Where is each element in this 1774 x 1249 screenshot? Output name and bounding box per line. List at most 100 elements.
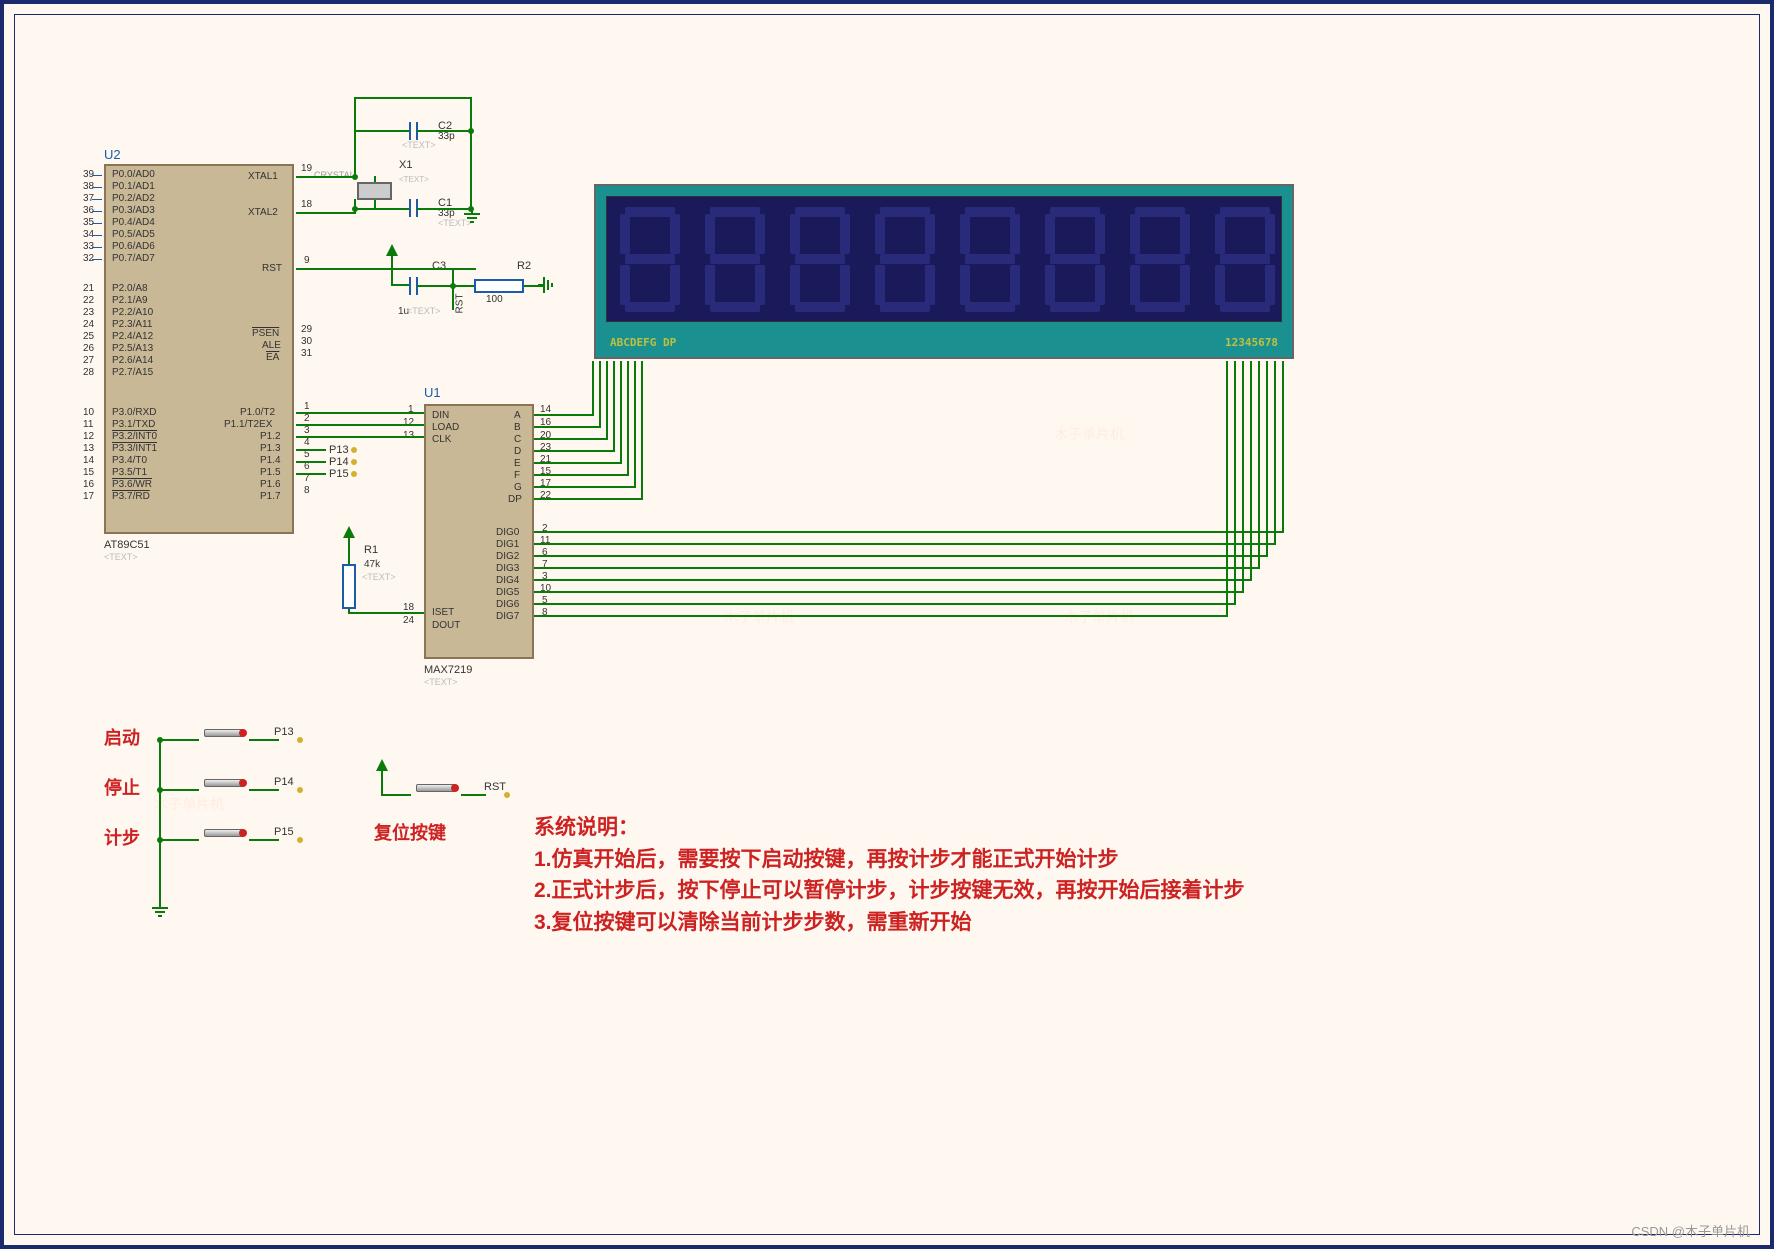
pin-num: 15 — [83, 467, 94, 478]
pin-label: P2.5/A13 — [112, 343, 153, 354]
net-p14-btn: P14 — [274, 776, 294, 788]
net-terminal — [297, 737, 303, 743]
resistor-r1 — [342, 564, 356, 609]
wire — [534, 462, 622, 464]
wire — [534, 531, 1284, 533]
c3-text: <TEXT> — [407, 306, 441, 316]
pin-label: P1.4 — [260, 455, 281, 466]
wire — [417, 285, 474, 287]
schematic-canvas: 木子单片机 木子单片机 木子单片机 木子单片机 木子单片机 木子单片机 木子单片… — [0, 0, 1774, 1249]
pin-label: P3.7/RD — [112, 491, 150, 502]
pin-tick — [92, 247, 102, 248]
wire — [249, 789, 279, 791]
pin-label: P0.0/AD0 — [112, 169, 155, 180]
digit-8 — [1210, 202, 1280, 317]
pin-label: P1.0/T2 — [240, 407, 275, 418]
r2-val: 100 — [486, 294, 503, 305]
net-p14: P14 — [329, 456, 349, 468]
power-vcc-icon — [376, 759, 388, 771]
pin-label: P2.1/A9 — [112, 295, 148, 306]
pin-label: P2.0/A8 — [112, 283, 148, 294]
wire — [534, 555, 1268, 557]
wire — [534, 615, 1228, 617]
digit-1 — [615, 202, 685, 317]
u1-part: MAX7219 — [424, 664, 472, 676]
r2-ref: R2 — [517, 260, 531, 272]
pin-label: P0.6/AD6 — [112, 241, 155, 252]
pin-label: CLK — [432, 434, 451, 445]
wire — [1274, 361, 1276, 545]
junction — [352, 206, 358, 212]
button-stop[interactable] — [199, 774, 249, 794]
pin-label: XTAL1 — [248, 171, 278, 182]
footer-credit: CSDN @木子单片机 — [1631, 1221, 1750, 1240]
c2-text: <TEXT> — [402, 140, 436, 150]
pin-num: 4 — [304, 437, 310, 448]
pin-num: 14 — [83, 455, 94, 466]
wire — [381, 771, 383, 796]
net-terminal — [351, 459, 357, 465]
pin-num: 9 — [304, 255, 310, 266]
display-inner — [606, 196, 1282, 322]
pin-num: 19 — [301, 163, 312, 174]
pin-num: 28 — [83, 367, 94, 378]
wire — [391, 256, 393, 286]
pin-tick — [92, 187, 102, 188]
wire — [461, 794, 486, 796]
wire — [159, 739, 161, 904]
pin-label: B — [514, 422, 521, 433]
wire — [354, 97, 356, 132]
display-left-label: ABCDEFG DP — [610, 336, 676, 349]
wire — [1258, 361, 1260, 569]
button-reset[interactable] — [411, 779, 461, 799]
pin-label: P3.2/INT0 — [112, 431, 157, 442]
junction — [157, 737, 163, 743]
wire — [296, 176, 356, 178]
power-vcc-icon — [386, 244, 398, 256]
button-start[interactable] — [199, 724, 249, 744]
pin-label: RST — [262, 263, 282, 274]
pin-num: 11 — [83, 419, 93, 430]
wire — [296, 473, 326, 475]
wire — [354, 208, 409, 210]
digit-2 — [700, 202, 770, 317]
x1-text: <TEXT> — [399, 175, 429, 184]
pin-num: 2 — [304, 413, 310, 424]
net-p13: P13 — [329, 444, 349, 456]
wire — [249, 739, 279, 741]
wire — [613, 361, 615, 452]
pin-label: G — [514, 482, 522, 493]
x1-ref: X1 — [399, 159, 412, 171]
pin-label: XTAL2 — [248, 207, 278, 218]
instructions-block: 系统说明： 1.仿真开始后，需要按下启动按键，再按计步才能正式开始计步 2.正式… — [534, 812, 1245, 938]
u2-part: AT89C51 — [104, 539, 150, 551]
wire — [374, 200, 376, 210]
wire — [296, 212, 356, 214]
wire — [1234, 361, 1236, 605]
junction — [468, 128, 474, 134]
net-terminal — [297, 787, 303, 793]
net-terminal — [297, 837, 303, 843]
net-rst-btn: RST — [484, 781, 506, 793]
wire — [534, 567, 1260, 569]
pin-label: P3.3/INT1 — [112, 443, 157, 454]
pin-label: C — [514, 434, 521, 445]
pin-label: DIN — [432, 410, 449, 421]
button-step[interactable] — [199, 824, 249, 844]
wire — [534, 450, 615, 452]
wire — [159, 739, 199, 741]
pin-num: 12 — [83, 431, 94, 442]
junction — [352, 174, 358, 180]
pin-label: DIG7 — [496, 611, 519, 622]
pin-label: P0.7/AD7 — [112, 253, 155, 264]
wire — [354, 131, 356, 178]
digit-5 — [955, 202, 1025, 317]
pin-label: P0.2/AD2 — [112, 193, 155, 204]
wire — [534, 486, 636, 488]
pin-label: EA — [266, 352, 279, 363]
r1-text: <TEXT> — [362, 572, 396, 582]
wire — [249, 839, 279, 841]
pin-num: 30 — [301, 336, 312, 347]
wire — [634, 361, 636, 488]
net-terminal — [504, 792, 510, 798]
